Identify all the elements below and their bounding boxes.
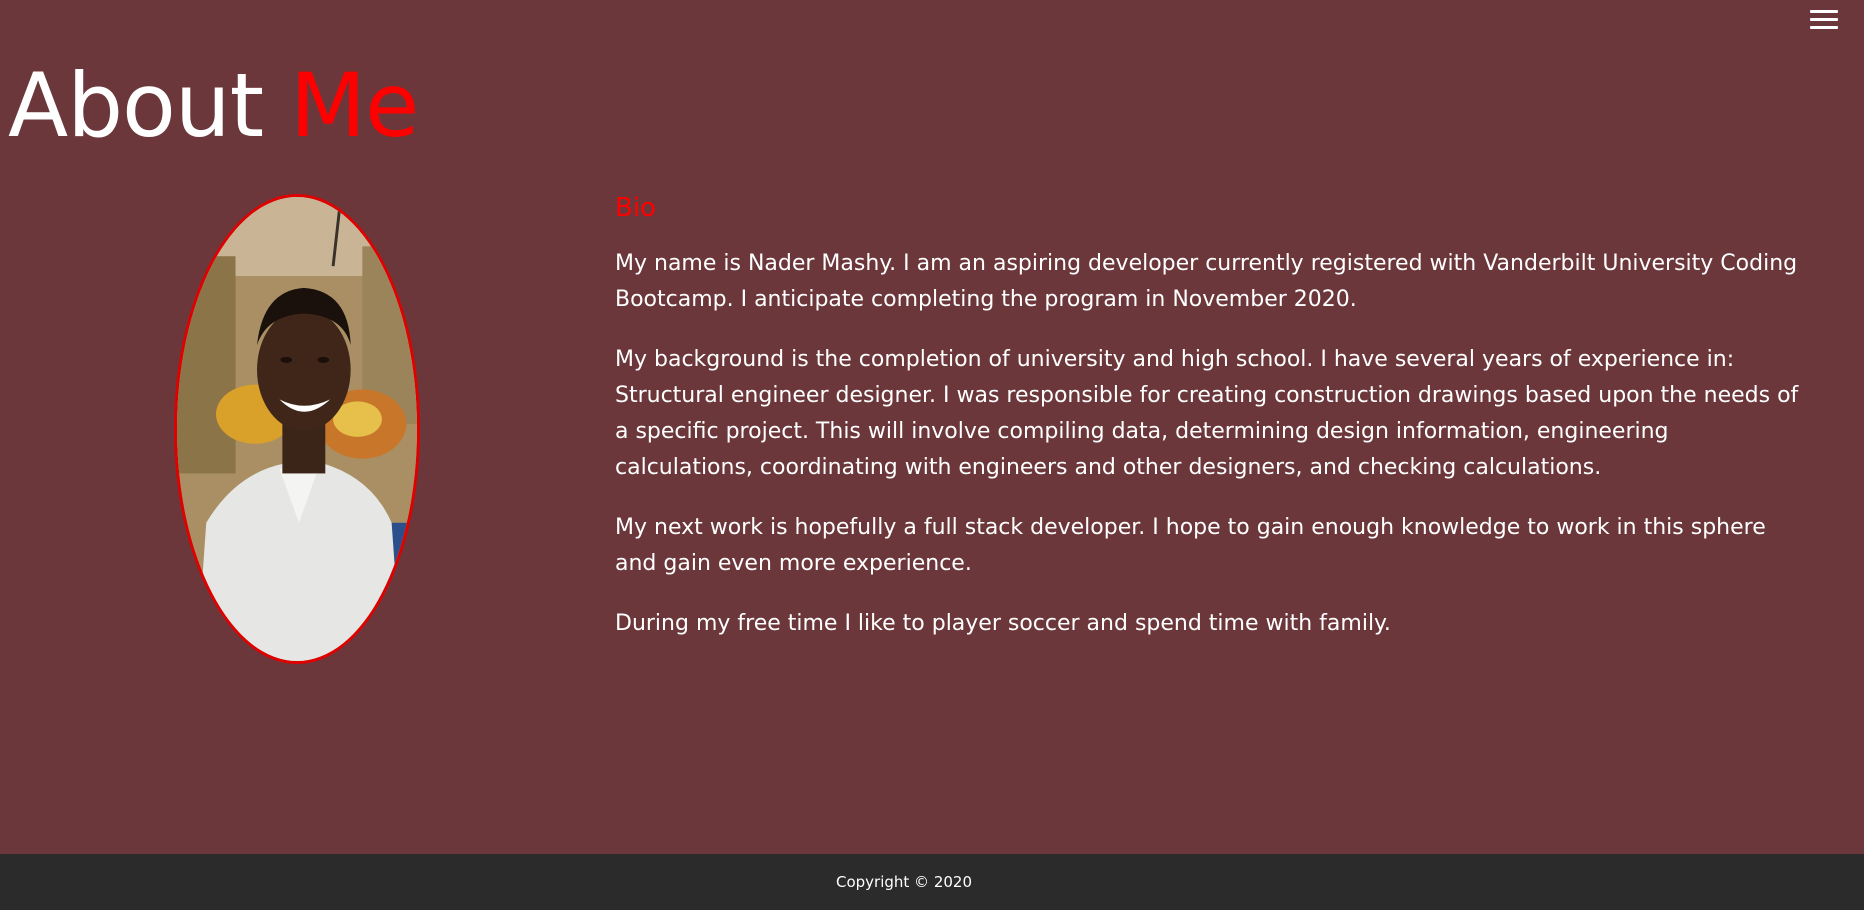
profile-photo-image: [177, 197, 417, 661]
bio-section: Bio My name is Nader Mashy. I am an aspi…: [615, 190, 1805, 666]
hamburger-menu-icon[interactable]: [1810, 10, 1838, 32]
bio-paragraph: My name is Nader Mashy. I am an aspiring…: [615, 251, 1798, 312]
page-title: About Me: [8, 62, 419, 150]
menu-bar: [1810, 18, 1838, 21]
menu-bar: [1810, 26, 1838, 29]
bio-paragraph: My next work is hopefully a full stack d…: [615, 515, 1766, 576]
page-title-accent: Me: [290, 54, 419, 157]
page-title-main: About: [8, 54, 291, 157]
footer: Copyright © 2020: [0, 854, 1864, 910]
profile-photo: [174, 194, 420, 664]
bio-heading: Bio: [615, 193, 656, 223]
menu-bar: [1810, 10, 1838, 13]
about-page: About Me Bio My name is Nader Mashy. I a…: [0, 0, 1864, 910]
bio-paragraph: During my free time I like to player soc…: [615, 611, 1391, 636]
copyright-text: Copyright © 2020: [835, 873, 972, 891]
bio-paragraph: My background is the completion of unive…: [615, 347, 1799, 480]
